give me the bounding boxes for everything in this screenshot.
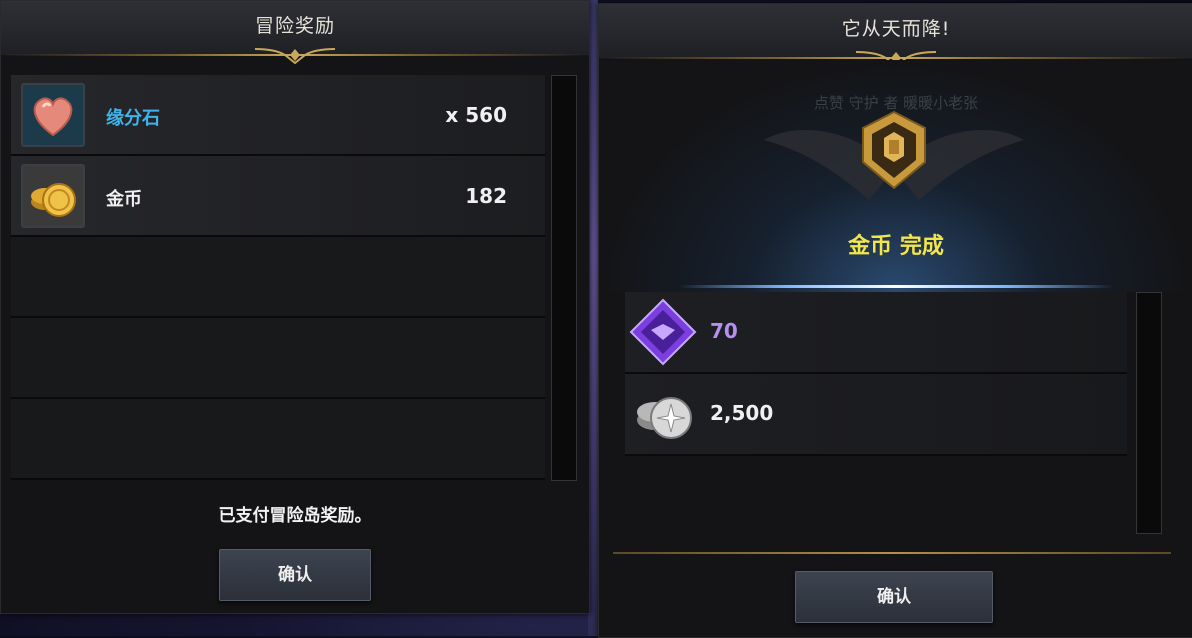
confirm-button[interactable]: 确认 [795, 571, 993, 623]
empty-row [11, 318, 545, 399]
confirm-button[interactable]: 确认 [219, 549, 371, 601]
gold-rank-badge-icon [862, 110, 926, 190]
reward-name: 金币 [106, 189, 142, 210]
footer-divider [613, 552, 1171, 554]
reward-row-silver-coin[interactable]: 2,500 [625, 374, 1127, 456]
reward-quantity: x 560 [445, 103, 507, 127]
adventure-reward-panel: 冒险奖励 缘分石 x 560 金币 182 已支付冒险岛奖励。 确认 [0, 0, 590, 614]
ornament-icon [254, 48, 336, 65]
silver-coin-icon [637, 397, 692, 439]
reward-row-purple-gem[interactable]: 70 [625, 292, 1127, 374]
reward-quantity: 70 [710, 319, 738, 343]
reward-row-gold[interactable]: 金币 182 [11, 156, 545, 237]
reward-name: 缘分石 [106, 108, 160, 129]
panel-title: 冒险奖励 [254, 15, 335, 37]
reward-list[interactable]: 70 2,500 [625, 292, 1127, 456]
gold-coin-icon [21, 164, 85, 228]
panel-header: 冒险奖励 [1, 1, 589, 65]
panel-header: 它从天而降! [599, 4, 1192, 68]
purple-gem-icon [629, 298, 697, 366]
reward-quantity: 182 [465, 184, 507, 208]
empty-row [11, 237, 545, 318]
heart-stone-icon [21, 83, 85, 147]
achievement-area: 点赞 守护 者 暖暖小老张 金币 完成 [599, 60, 1192, 292]
empty-row [11, 399, 545, 480]
glow-divider [679, 285, 1113, 288]
reward-list[interactable]: 缘分石 x 560 金币 182 [11, 75, 545, 480]
panel-title: 它从天而降! [841, 18, 951, 40]
reward-quantity: 2,500 [710, 401, 774, 425]
scrollbar[interactable] [1136, 292, 1162, 534]
scrollbar[interactable] [551, 75, 577, 481]
achievement-text: 金币 完成 [848, 234, 944, 259]
status-message: 已支付冒险岛奖励。 [218, 506, 372, 526]
drop-reward-panel: 它从天而降! 点赞 守护 者 暖暖小老张 金币 完成 70 2,500 确认 [598, 3, 1192, 638]
reward-row-heart-stone[interactable]: 缘分石 x 560 [11, 75, 545, 156]
